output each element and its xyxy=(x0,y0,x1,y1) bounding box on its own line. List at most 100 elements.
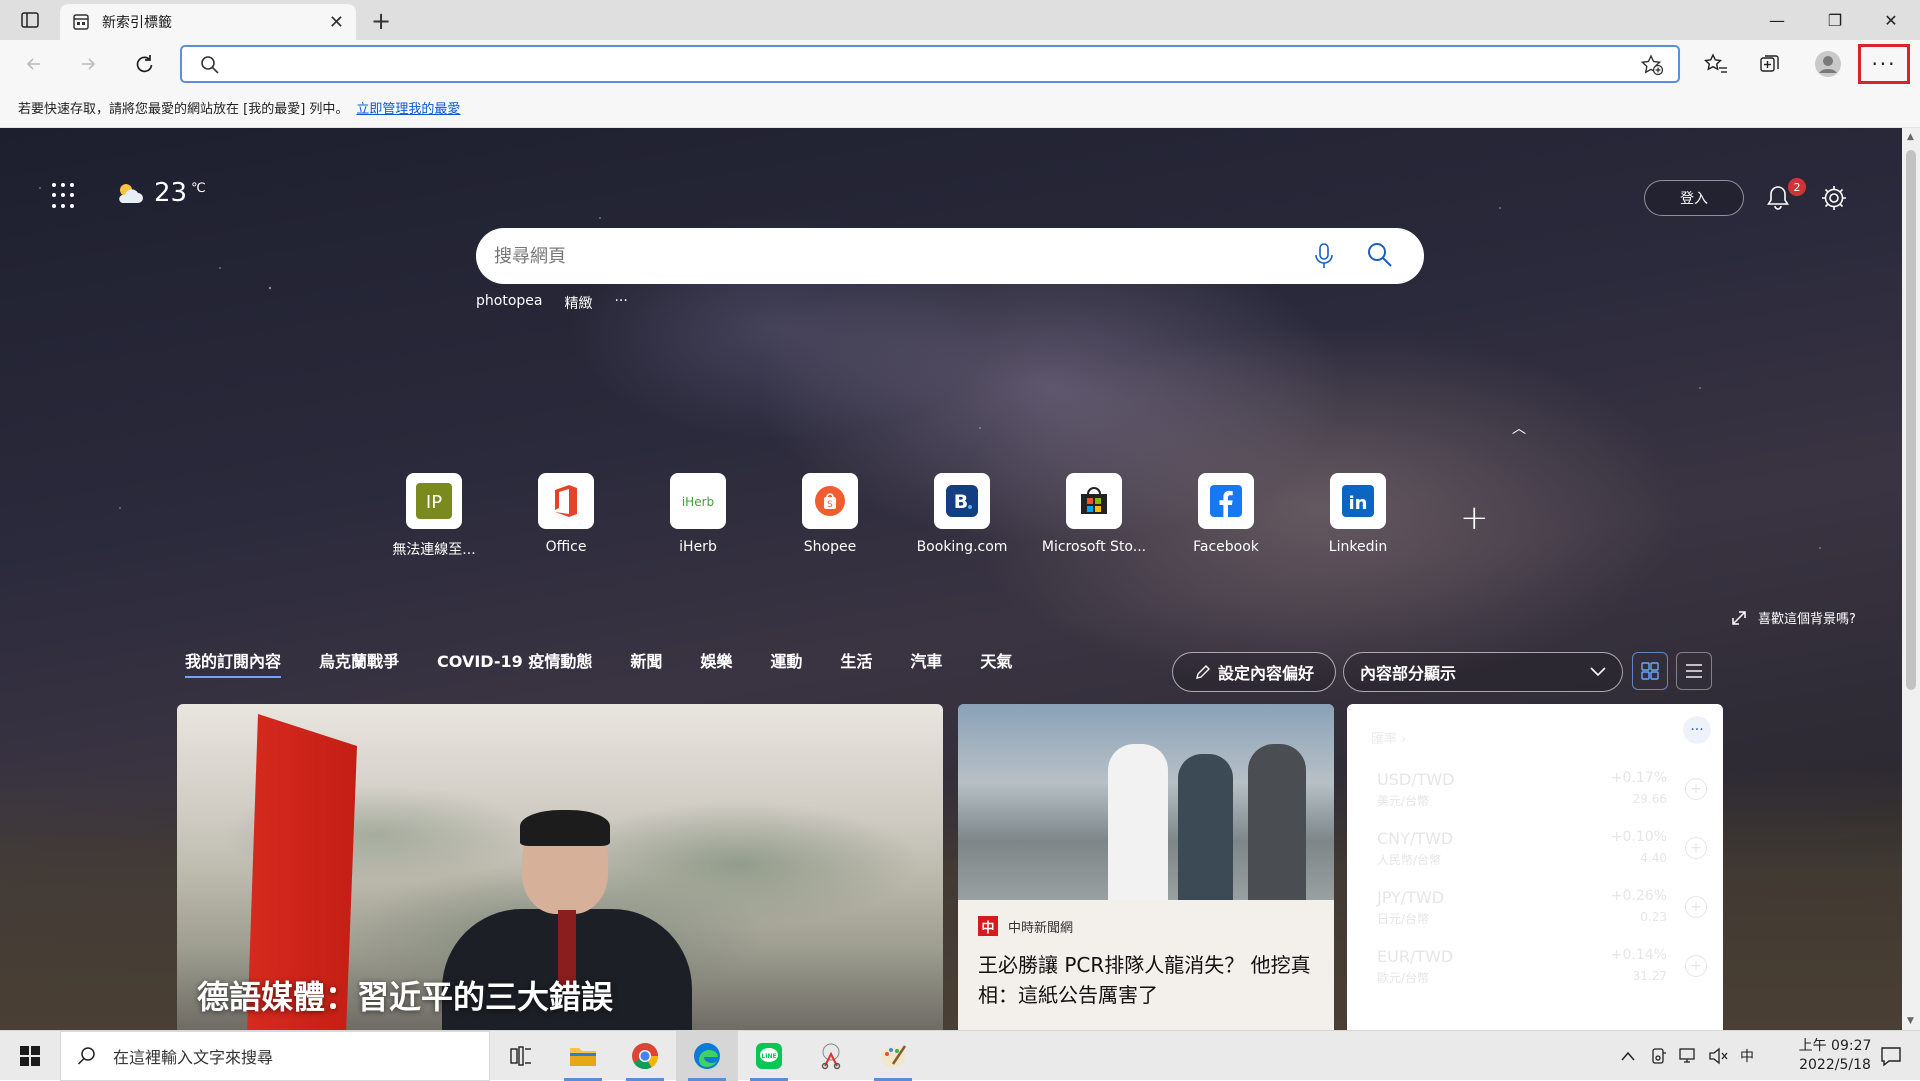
new-tab-page-icon xyxy=(73,14,89,30)
grid-view-button[interactable] xyxy=(1632,652,1668,690)
web-search-box[interactable] xyxy=(476,228,1424,284)
app-launcher-icon[interactable] xyxy=(52,183,78,209)
refresh-button[interactable] xyxy=(128,48,160,80)
collections-button[interactable] xyxy=(1754,48,1786,80)
start-button[interactable] xyxy=(0,1031,60,1081)
web-search-input[interactable] xyxy=(494,242,1274,270)
tab-new-tab[interactable]: 新索引標籤 ✕ xyxy=(60,4,356,40)
back-button[interactable] xyxy=(18,48,50,80)
feed-tab[interactable]: 運動 xyxy=(770,648,802,678)
top-site-tile[interactable]: IP 無法連線至... xyxy=(368,473,500,559)
address-bar[interactable] xyxy=(180,45,1680,83)
search-submit-icon[interactable] xyxy=(1366,241,1394,269)
feed-tab[interactable]: 生活 xyxy=(840,648,872,678)
browser-toolbar: ··· xyxy=(0,40,1920,88)
feed-tab[interactable]: 娛樂 xyxy=(700,648,732,678)
forward-button[interactable] xyxy=(72,48,104,80)
feed-tab[interactable]: 新聞 xyxy=(630,648,662,678)
personalize-feed-button[interactable]: 設定內容偏好 xyxy=(1172,652,1336,692)
chrome-icon xyxy=(632,1043,659,1070)
currency-row[interactable]: USD/TWD 美元/台幣 +0.17% 29.66 + xyxy=(1377,770,1707,814)
microphone-icon[interactable] xyxy=(1314,242,1334,270)
currency-card-header[interactable]: 匯率 › xyxy=(1371,728,1406,747)
currency-row[interactable]: EUR/TWD 歐元/台幣 +0.14% 31.27 + xyxy=(1377,947,1707,991)
new-tab-button[interactable]: + xyxy=(366,6,396,36)
profile-button[interactable] xyxy=(1812,48,1844,80)
tab-close-icon[interactable]: ✕ xyxy=(329,12,344,33)
taskbar-search-box[interactable]: 在這裡輸入文字來搜尋 xyxy=(60,1031,490,1081)
iherb-icon: iHerb xyxy=(682,495,714,509)
add-currency-icon[interactable]: + xyxy=(1685,837,1707,859)
news-card[interactable]: 中 中時新聞網 王必勝讓 PCR排隊人龍消失？ 他挖真相：這紙公告厲害了 xyxy=(958,704,1334,1030)
add-to-favorites-icon[interactable] xyxy=(1640,54,1664,76)
notification-center-icon xyxy=(1881,1047,1901,1066)
snipping-tool-icon xyxy=(821,1043,841,1070)
close-window-button[interactable]: ✕ xyxy=(1862,0,1920,40)
currency-change: +0.10% xyxy=(1610,829,1667,845)
action-center-button[interactable] xyxy=(1866,1031,1916,1081)
trending-search-link[interactable]: 精緻 xyxy=(564,293,592,313)
list-view-button[interactable] xyxy=(1676,652,1712,690)
address-input[interactable] xyxy=(234,51,1594,77)
feed-tab[interactable]: 天氣 xyxy=(980,648,1012,678)
scrollbar-thumb[interactable] xyxy=(1906,150,1916,690)
line-icon: LINE xyxy=(756,1043,782,1069)
add-currency-icon[interactable]: + xyxy=(1685,955,1707,977)
show-hidden-icons-button[interactable] xyxy=(1616,1031,1640,1081)
network-icon xyxy=(1679,1048,1695,1063)
feed-tab[interactable]: COVID-19 疫情動態 xyxy=(437,648,592,678)
favorites-button[interactable] xyxy=(1700,48,1732,80)
task-view-button[interactable] xyxy=(490,1031,552,1081)
page-settings-gear-icon[interactable] xyxy=(1820,184,1848,212)
edge-icon xyxy=(694,1043,720,1069)
snipping-tool-app[interactable] xyxy=(800,1031,862,1081)
top-site-tile[interactable]: in Linkedin xyxy=(1292,473,1424,559)
top-site-tile[interactable]: Office xyxy=(500,473,632,559)
currency-row[interactable]: CNY/TWD 人民幣/台幣 +0.10% 4.40 + xyxy=(1377,829,1707,873)
currency-card[interactable]: 匯率 › ··· USD/TWD 美元/台幣 +0.17% 29.66 + CN… xyxy=(1347,704,1723,1030)
content-visibility-dropdown[interactable]: 內容部分顯示 xyxy=(1343,652,1623,692)
tray-network-icon[interactable] xyxy=(1674,1031,1702,1081)
tray-device-icon[interactable] xyxy=(1646,1031,1672,1081)
line-app[interactable]: LINE xyxy=(738,1031,800,1081)
top-site-tile[interactable]: Facebook xyxy=(1160,473,1292,559)
hero-news-card[interactable]: 德語媒體：習近平的三大錯誤 xyxy=(177,704,943,1030)
add-site-button[interactable]: + xyxy=(1460,498,1489,538)
tab-actions-menu-button[interactable] xyxy=(14,8,46,32)
paint-app[interactable] xyxy=(862,1031,924,1081)
sign-in-button[interactable]: 登入 xyxy=(1644,180,1744,216)
scroll-up-arrow-icon[interactable]: ▲ xyxy=(1907,132,1914,142)
top-site-tile[interactable]: iHerb iHerb xyxy=(632,473,764,559)
restore-button[interactable]: ❐ xyxy=(1806,0,1864,40)
card-more-options-button[interactable]: ··· xyxy=(1683,716,1711,744)
currency-row[interactable]: JPY/TWD 日元/台幣 +0.26% 0.23 + xyxy=(1377,888,1707,932)
top-site-tile[interactable]: Microsoft Sto... xyxy=(1028,473,1160,559)
add-currency-icon[interactable]: + xyxy=(1685,778,1707,800)
svg-text:IP: IP xyxy=(426,492,442,513)
currency-pair: EUR/TWD xyxy=(1377,947,1454,966)
add-currency-icon[interactable]: + xyxy=(1685,896,1707,918)
like-background-link[interactable]: 喜歡這個背景嗎? xyxy=(1730,608,1856,627)
currency-change: +0.26% xyxy=(1610,888,1667,904)
ime-indicator[interactable]: 中 xyxy=(1734,1031,1760,1081)
edge-app[interactable] xyxy=(676,1031,738,1081)
more-searches-button[interactable]: ··· xyxy=(614,293,627,313)
scroll-down-arrow-icon[interactable]: ▼ xyxy=(1907,1016,1914,1026)
settings-and-more-button[interactable]: ··· xyxy=(1858,44,1910,84)
trending-search-link[interactable]: photopea xyxy=(476,293,542,313)
grid-view-icon xyxy=(1641,662,1659,680)
collapse-tiles-icon[interactable]: ︿ xyxy=(1512,418,1526,438)
file-explorer-app[interactable] xyxy=(552,1031,614,1081)
chrome-app[interactable] xyxy=(614,1031,676,1081)
feed-tab[interactable]: 汽車 xyxy=(910,648,942,678)
feed-tab[interactable]: 烏克蘭戰爭 xyxy=(319,648,399,678)
minimize-button[interactable]: — xyxy=(1748,0,1806,40)
weather-widget[interactable]: 23 ℃ xyxy=(114,178,206,208)
manage-favorites-link[interactable]: 立即管理我的最愛 xyxy=(356,98,460,117)
tray-volume-icon[interactable] xyxy=(1704,1031,1732,1081)
top-site-tile[interactable]: B Booking.com xyxy=(896,473,1028,559)
feed-tab-my-feed[interactable]: 我的訂閱內容 xyxy=(185,648,282,678)
page-scrollbar[interactable]: ▲ ▼ xyxy=(1902,128,1920,1030)
content-visibility-value: 內容部分顯示 xyxy=(1360,664,1457,683)
top-site-tile[interactable]: S Shopee xyxy=(764,473,896,559)
